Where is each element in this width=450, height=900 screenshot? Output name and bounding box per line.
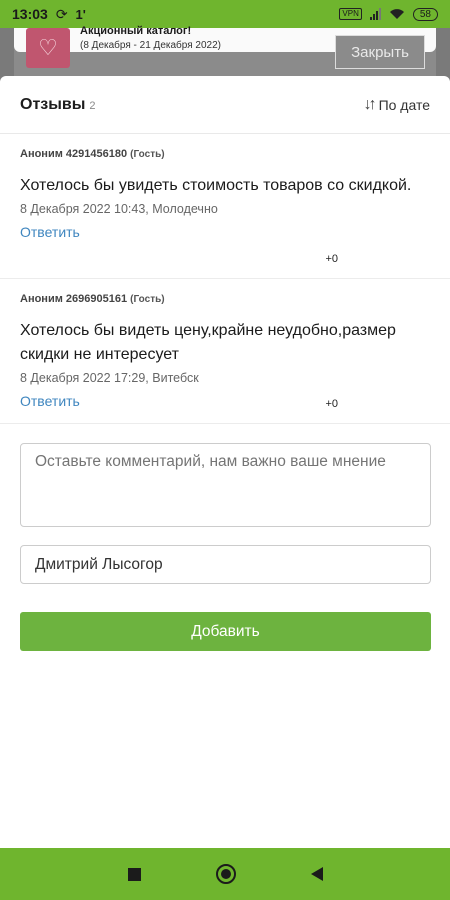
navigation-bar xyxy=(0,848,450,900)
home-icon xyxy=(220,869,231,879)
status-indicator: 1' xyxy=(75,6,86,22)
sort-icon: ↓↑ xyxy=(363,95,377,113)
recent-apps-button[interactable] xyxy=(127,867,141,881)
back-button[interactable] xyxy=(310,867,323,881)
wifi-icon xyxy=(389,9,404,19)
reviews-modal: Отзывы 2 ↓↑ По дате Аноним 4291456180 (Г… xyxy=(0,76,450,848)
review-item: Аноним 2696905161 (Гость) Хотелось бы ви… xyxy=(0,279,450,424)
review-votes[interactable]: +0 xyxy=(325,398,338,410)
reviews-title: Отзывы xyxy=(20,95,86,113)
status-time: 13:03 xyxy=(12,6,48,22)
reply-link[interactable]: Ответить xyxy=(20,393,80,409)
sort-button[interactable]: ↓↑ По дате xyxy=(364,96,430,114)
review-meta: 8 Декабря 2022 10:43, Молодечно xyxy=(20,202,218,216)
catalog-title: Акционный каталог! xyxy=(80,25,192,37)
name-field[interactable] xyxy=(20,545,431,584)
reply-link[interactable]: Ответить xyxy=(20,224,80,240)
review-guest-label: (Гость) xyxy=(130,149,165,160)
review-text: Хотелось бы увидеть стоимость товаров со… xyxy=(20,177,412,194)
status-icons: VPN 58 xyxy=(339,7,438,21)
review-votes[interactable]: +0 xyxy=(325,253,338,265)
sync-icon: ⟳ xyxy=(55,5,68,22)
review-author-name: Аноним 2696905161 xyxy=(20,293,128,305)
battery-indicator: 58 xyxy=(412,7,438,21)
status-bar: 13:03 ⟳ 1' VPN 58 xyxy=(0,0,450,28)
close-button[interactable]: Закрыть xyxy=(335,35,425,69)
review-author-name: Аноним 4291456180 xyxy=(20,148,128,160)
signal-icon xyxy=(369,8,381,20)
catalog-thumbnail: ♡ xyxy=(26,28,70,68)
vpn-badge: VPN xyxy=(339,8,362,20)
reviews-header: Отзывы 2 ↓↑ По дате xyxy=(0,76,450,134)
review-text: Хотелось бы видеть цену,крайне неудобно,… xyxy=(20,322,396,363)
add-button[interactable]: Добавить xyxy=(20,612,431,651)
review-guest-label: (Гость) xyxy=(130,294,165,305)
catalog-dates: (8 Декабря - 21 Декабря 2022) xyxy=(80,40,221,51)
sort-label: По дате xyxy=(378,96,430,113)
home-button[interactable] xyxy=(215,864,236,884)
reviews-list: Аноним 4291456180 (Гость) Хотелось бы ув… xyxy=(0,134,450,424)
review-item: Аноним 4291456180 (Гость) Хотелось бы ув… xyxy=(0,134,450,279)
reviews-count: 2 xyxy=(89,100,96,112)
review-author: Аноним 2696905161 (Гость) xyxy=(20,293,430,305)
comment-input[interactable] xyxy=(20,443,431,527)
review-meta: 8 Декабря 2022 17:29, Витебск xyxy=(20,371,199,385)
review-author: Аноним 4291456180 (Гость) xyxy=(20,148,430,160)
